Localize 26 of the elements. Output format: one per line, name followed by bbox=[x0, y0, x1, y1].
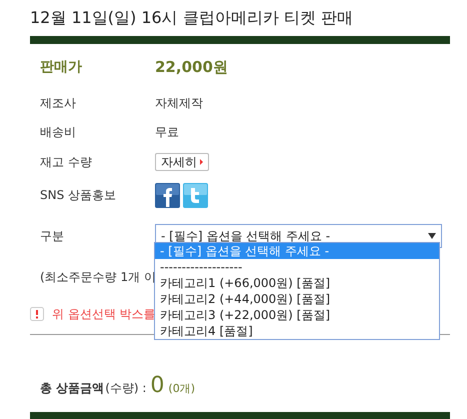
field-label: 배송비 bbox=[40, 124, 76, 140]
min-order-text: (최소주문수량 1개 이 bbox=[40, 269, 156, 286]
dropdown-caret-icon bbox=[428, 233, 436, 239]
total-label: 총 상품금액 bbox=[40, 380, 104, 397]
field-value: 자체제작 bbox=[155, 94, 203, 112]
field-label: 재고 수량 bbox=[40, 154, 92, 171]
field-value: 무료 bbox=[155, 124, 179, 140]
field-label: 구분 bbox=[40, 228, 64, 245]
dropdown-option[interactable]: 카테고리3 (+22,000원) [품절] bbox=[155, 307, 439, 323]
field-label: 제조사 bbox=[40, 94, 76, 112]
dropdown-option[interactable]: ------------------- bbox=[155, 259, 439, 275]
warning-text: 위 옵션선택 박스를 bbox=[52, 306, 156, 323]
detail-button[interactable]: 자세히 bbox=[155, 153, 209, 171]
dropdown-option[interactable]: 카테고리1 (+66,000원) [품절] bbox=[155, 275, 439, 291]
dropdown-option[interactable]: 카테고리2 (+44,000원) [품절] bbox=[155, 291, 439, 307]
dropdown-option[interactable]: 카테고리4 [품절] bbox=[155, 323, 439, 339]
total-count: (0개) bbox=[168, 381, 196, 397]
warning-icon bbox=[30, 307, 44, 321]
quantity-label: (수량) : bbox=[105, 380, 146, 397]
arrow-icon bbox=[200, 159, 203, 165]
price-label: 판매가 bbox=[40, 58, 82, 76]
page-title: 12월 11일(일) 16시 클럽아메리카 티켓 판매 bbox=[30, 7, 354, 29]
facebook-icon[interactable] bbox=[155, 182, 180, 208]
total-amount: 0 bbox=[150, 372, 164, 400]
price-value: 22,000원 bbox=[155, 56, 228, 78]
field-label: SNS 상품홍보 bbox=[40, 187, 116, 204]
